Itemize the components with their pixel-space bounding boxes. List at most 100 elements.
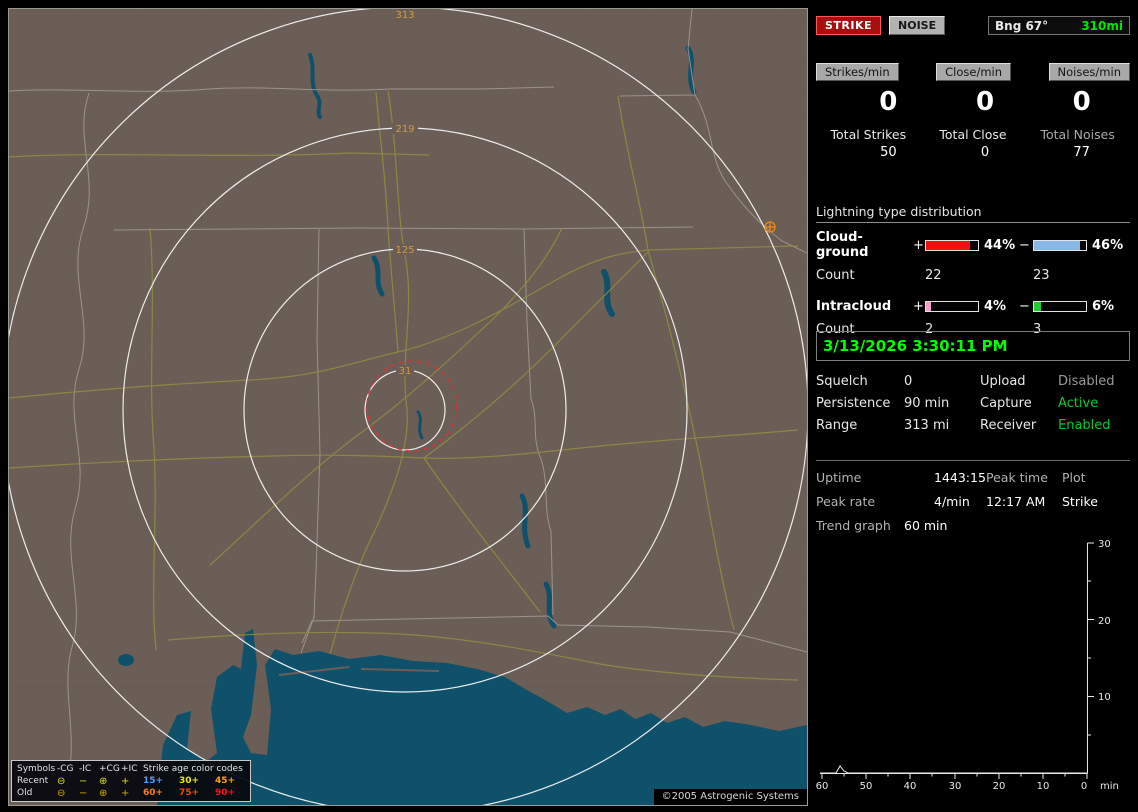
strikes-per-min-value: 0 [879, 87, 898, 117]
cg-positive-bar [925, 239, 979, 251]
peak-time-value: 12:17 AM [986, 494, 1046, 509]
ring-label-31: 31 [399, 366, 412, 377]
x-tick-0: 0 [1081, 781, 1087, 792]
cloud-ground-label: Cloud-ground [816, 230, 869, 260]
intracloud-row: Intracloud + 4% − 6% [816, 299, 1130, 314]
pos-ic-recent-icon: + [121, 775, 130, 787]
cg-negative-count: 23 [1033, 268, 1050, 283]
trend-chart-canvas: 30 20 10 60 50 40 30 20 10 0 min [816, 539, 1119, 792]
plus-sign: + [913, 299, 924, 314]
status-panel: STRIKE NOISE Bng 67° 310mi Strikes/min C… [816, 8, 1130, 804]
receiver-label: Receiver [980, 418, 1037, 433]
minus-sign: − [1019, 237, 1030, 253]
total-close-label: Total Close [939, 127, 1007, 142]
cg-negative-bar [1033, 239, 1087, 251]
ic-positive-pct: 4% [984, 299, 1007, 314]
receiver-value: Enabled [1058, 418, 1111, 433]
age-90: 90+ [215, 788, 236, 798]
noise-strike-symbol [764, 221, 776, 233]
neg-ic-old-icon: − [79, 787, 88, 799]
close-per-min-button[interactable]: Close/min [936, 63, 1012, 81]
bearing-value: Bng 67° [995, 18, 1049, 33]
uptime-label: Uptime [816, 470, 862, 485]
upload-value: Disabled [1058, 374, 1115, 389]
close-per-min-value: 0 [975, 87, 995, 117]
pos-cg-old-icon: ⊕ [99, 787, 108, 799]
legend-age-header: Strike age color codes [143, 764, 243, 774]
uptime-value: 1443:15 [934, 470, 986, 485]
y-ticks [1087, 542, 1094, 736]
squelch-label: Squelch [816, 374, 868, 389]
age-45: 45+ [215, 776, 236, 786]
plot-label: Plot [1062, 470, 1086, 485]
plot-value: Strike [1062, 494, 1098, 509]
capture-label: Capture [980, 396, 1032, 411]
trend-window-value: 60 min [904, 518, 948, 533]
total-strikes-value: 50 [880, 145, 897, 160]
age-15: 15+ [143, 776, 164, 786]
x-tick-20: 20 [993, 781, 1006, 792]
receiver-status: 3/13/2026 3:30:11 PM Squelch 0 Upload Di… [816, 331, 1130, 433]
x-axis-unit: min [1100, 781, 1119, 792]
x-tick-10: 10 [1037, 781, 1050, 792]
bearing-range-display: Bng 67° 310mi [988, 16, 1130, 35]
map-view[interactable]: 313 219 125 31 Symbols -CG -IC +CG +IC S… [8, 8, 808, 806]
neg-cg-old-icon: ⊖ [57, 787, 66, 799]
ring-label-313: 313 [395, 10, 414, 21]
ring-label-219: 219 [395, 124, 414, 135]
legend-old-label: Old [17, 788, 33, 798]
panel-toolbar: STRIKE NOISE Bng 67° 310mi [816, 16, 1130, 35]
legend-col-neg-ic: -IC [79, 764, 92, 774]
neg-cg-recent-icon: ⊖ [57, 775, 66, 787]
trend-series-strikes [820, 765, 1087, 774]
copyright-text: ©2005 Astrogenic Systems [653, 789, 807, 805]
upload-label: Upload [980, 374, 1026, 389]
x-tick-40: 40 [904, 781, 917, 792]
range-value: 313 mi [904, 418, 950, 433]
cg-positive-count: 22 [925, 268, 942, 283]
distribution-title: Lightning type distribution [816, 204, 1130, 223]
x-tick-60: 60 [816, 781, 828, 792]
age-75: 75+ [179, 788, 200, 798]
pos-ic-old-icon: + [121, 787, 130, 799]
range-label: Range [816, 418, 858, 433]
total-close-value: 0 [980, 145, 990, 160]
noise-indicator-button[interactable]: NOISE [889, 16, 946, 35]
y-tick-20: 20 [1098, 616, 1111, 627]
age-60: 60+ [143, 788, 164, 798]
capture-value: Active [1058, 396, 1099, 411]
total-noises-label: Total Noises [1040, 127, 1115, 142]
legend-col-neg-cg: -CG [57, 764, 74, 774]
intracloud-label: Intracloud [816, 299, 892, 314]
neg-ic-recent-icon: − [79, 775, 88, 787]
strike-indicator-button[interactable]: STRIKE [816, 16, 882, 35]
peak-time-label: Peak time [986, 470, 1048, 485]
map-canvas: 313 219 125 31 [9, 9, 807, 805]
cg-positive-pct: 44% [984, 237, 1016, 253]
total-strikes-label: Total Strikes [830, 127, 907, 142]
cloud-ground-row: Cloud-ground + 44% − 46% [816, 230, 1130, 260]
legend-symbols-header: Symbols [17, 764, 56, 774]
nexstorm-window: 313 219 125 31 Symbols -CG -IC +CG +IC S… [0, 0, 1138, 812]
cloud-ground-count-row: Count 22 23 [816, 268, 1130, 283]
x-tick-30: 30 [949, 781, 962, 792]
plus-sign: + [913, 237, 924, 253]
axis-labels: 30 20 10 60 50 40 30 20 10 0 min [816, 539, 1119, 792]
noises-per-min-button[interactable]: Noises/min [1048, 63, 1130, 81]
y-tick-10: 10 [1098, 692, 1111, 703]
persistence-value: 90 min [904, 396, 950, 411]
session-info: Uptime 1443:15 Peak time Plot Peak rate … [816, 460, 1130, 533]
noises-per-min-value: 0 [1072, 87, 1091, 117]
strikes-per-min-button[interactable]: Strikes/min [816, 63, 899, 81]
ic-negative-pct: 6% [1092, 299, 1115, 314]
squelch-value: 0 [904, 374, 913, 389]
rate-counters: Strikes/min Close/min Noises/min 0 0 0 T… [816, 63, 1130, 160]
total-noises-value: 77 [1073, 145, 1090, 160]
timestamp: 3/13/2026 3:30:11 PM [816, 331, 1130, 361]
minus-sign: − [1019, 299, 1030, 314]
x-tick-50: 50 [860, 781, 873, 792]
map-legend: Symbols -CG -IC +CG +IC Strike age color… [11, 760, 251, 802]
peak-rate-label: Peak rate [816, 494, 876, 509]
cg-negative-pct: 46% [1092, 237, 1124, 253]
y-tick-30: 30 [1098, 539, 1111, 550]
